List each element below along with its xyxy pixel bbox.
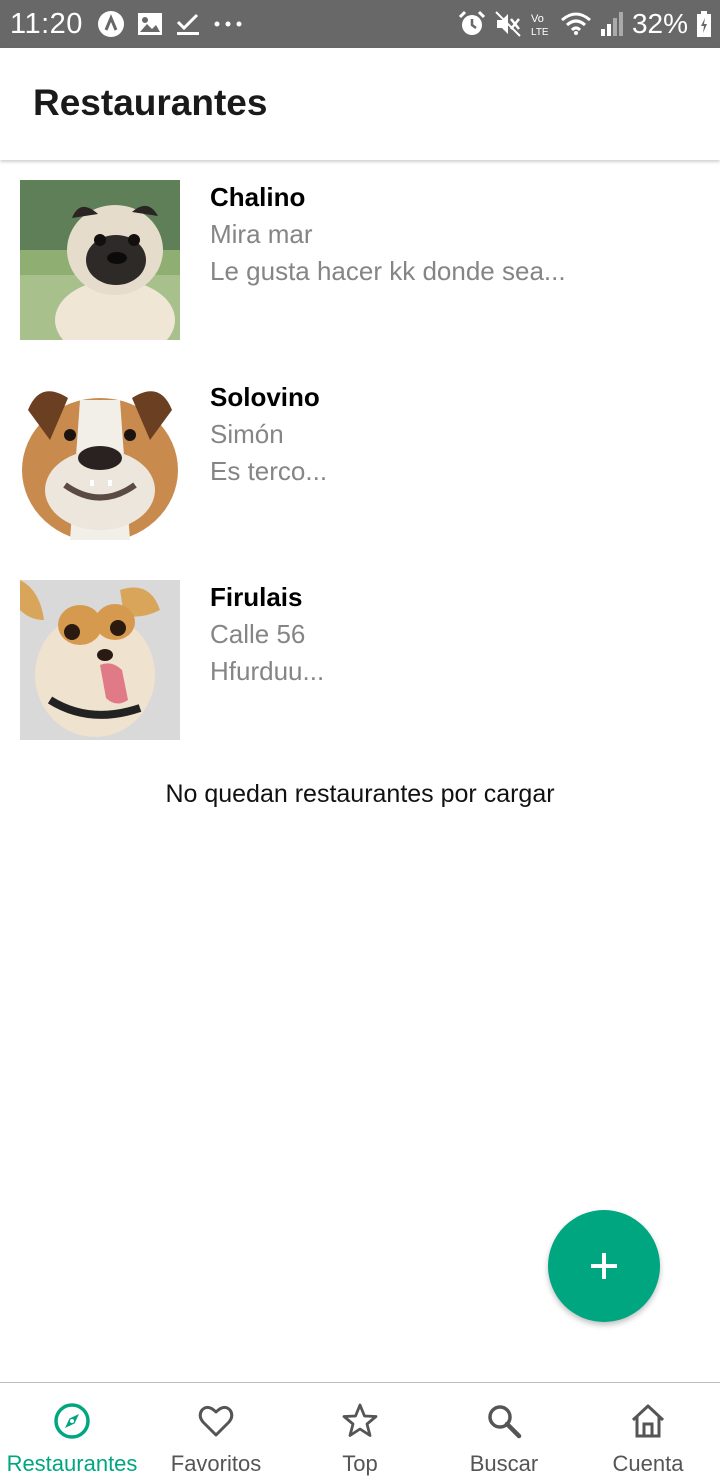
- nav-label: Buscar: [469, 1451, 539, 1476]
- nav-item-favoritos[interactable]: Favoritos: [144, 1383, 288, 1480]
- restaurant-info: Chalino Mira mar Le gusta hacer kk donde…: [210, 182, 566, 286]
- restaurant-address: Calle 56: [210, 619, 306, 649]
- restaurant-address: Mira mar: [210, 219, 313, 249]
- svg-text:Vo: Vo: [531, 13, 544, 25]
- nav-label: Restaurantes: [6, 1451, 138, 1476]
- restaurant-name: Chalino: [210, 182, 306, 212]
- restaurant-address: Simón: [210, 419, 284, 449]
- page-title: Restaurantes: [33, 82, 268, 123]
- heart-icon: [196, 1401, 236, 1441]
- status-time: 11:20: [10, 7, 83, 40]
- app-notification-icon: [97, 10, 125, 38]
- list-item[interactable]: Chalino Mira mar Le gusta hacer kk donde…: [0, 160, 720, 360]
- status-bar: 11:20 Vo LTE 32%: [0, 0, 720, 48]
- restaurant-thumbnail: [20, 580, 180, 740]
- nav-label: Cuenta: [612, 1451, 684, 1476]
- app-header: Restaurantes: [0, 48, 720, 160]
- add-restaurant-button[interactable]: [548, 1210, 660, 1322]
- image-icon: [137, 12, 163, 36]
- battery-charging-icon: [696, 10, 712, 38]
- restaurant-info: Solovino Simón Es terco...: [210, 382, 327, 486]
- list-item[interactable]: Firulais Calle 56 Hfurduu...: [0, 560, 720, 760]
- volte-icon: Vo LTE: [530, 10, 552, 38]
- nav-label: Favoritos: [170, 1451, 262, 1476]
- bottom-navigation: Restaurantes Favoritos Top Buscar Cuenta: [0, 1382, 720, 1480]
- restaurant-name: Firulais: [210, 582, 303, 612]
- home-icon: [628, 1401, 668, 1441]
- plus-icon: [589, 1251, 619, 1281]
- restaurant-description: Hfurduu...: [210, 656, 325, 686]
- restaurant-description: Es terco...: [210, 456, 328, 486]
- restaurant-list: Chalino Mira mar Le gusta hacer kk donde…: [0, 160, 720, 760]
- list-item[interactable]: Solovino Simón Es terco...: [0, 360, 720, 560]
- compass-icon: [52, 1401, 92, 1441]
- restaurant-info: Firulais Calle 56 Hfurduu...: [210, 582, 324, 686]
- nav-item-top[interactable]: Top: [288, 1383, 432, 1480]
- list-end-message: No quedan restaurantes por cargar: [165, 780, 555, 808]
- nav-label: Top: [342, 1451, 378, 1476]
- battery-percent: 32%: [631, 8, 688, 39]
- checkmark-icon: [175, 11, 201, 37]
- restaurant-description: Le gusta hacer kk donde sea...: [210, 256, 566, 286]
- nav-item-restaurantes[interactable]: Restaurantes: [0, 1383, 144, 1480]
- star-icon: [340, 1401, 380, 1441]
- wifi-icon: [560, 12, 592, 36]
- nav-item-cuenta[interactable]: Cuenta: [576, 1383, 720, 1480]
- more-dots-icon: [213, 19, 243, 29]
- restaurant-name: Solovino: [210, 382, 320, 412]
- search-icon: [484, 1401, 524, 1441]
- alarm-icon: [458, 10, 486, 38]
- restaurant-thumbnail: [20, 180, 180, 340]
- svg-text:LTE: LTE: [531, 27, 549, 38]
- mute-icon: [494, 10, 522, 38]
- nav-item-buscar[interactable]: Buscar: [432, 1383, 576, 1480]
- restaurant-thumbnail: [20, 380, 180, 540]
- signal-icon: [600, 11, 624, 37]
